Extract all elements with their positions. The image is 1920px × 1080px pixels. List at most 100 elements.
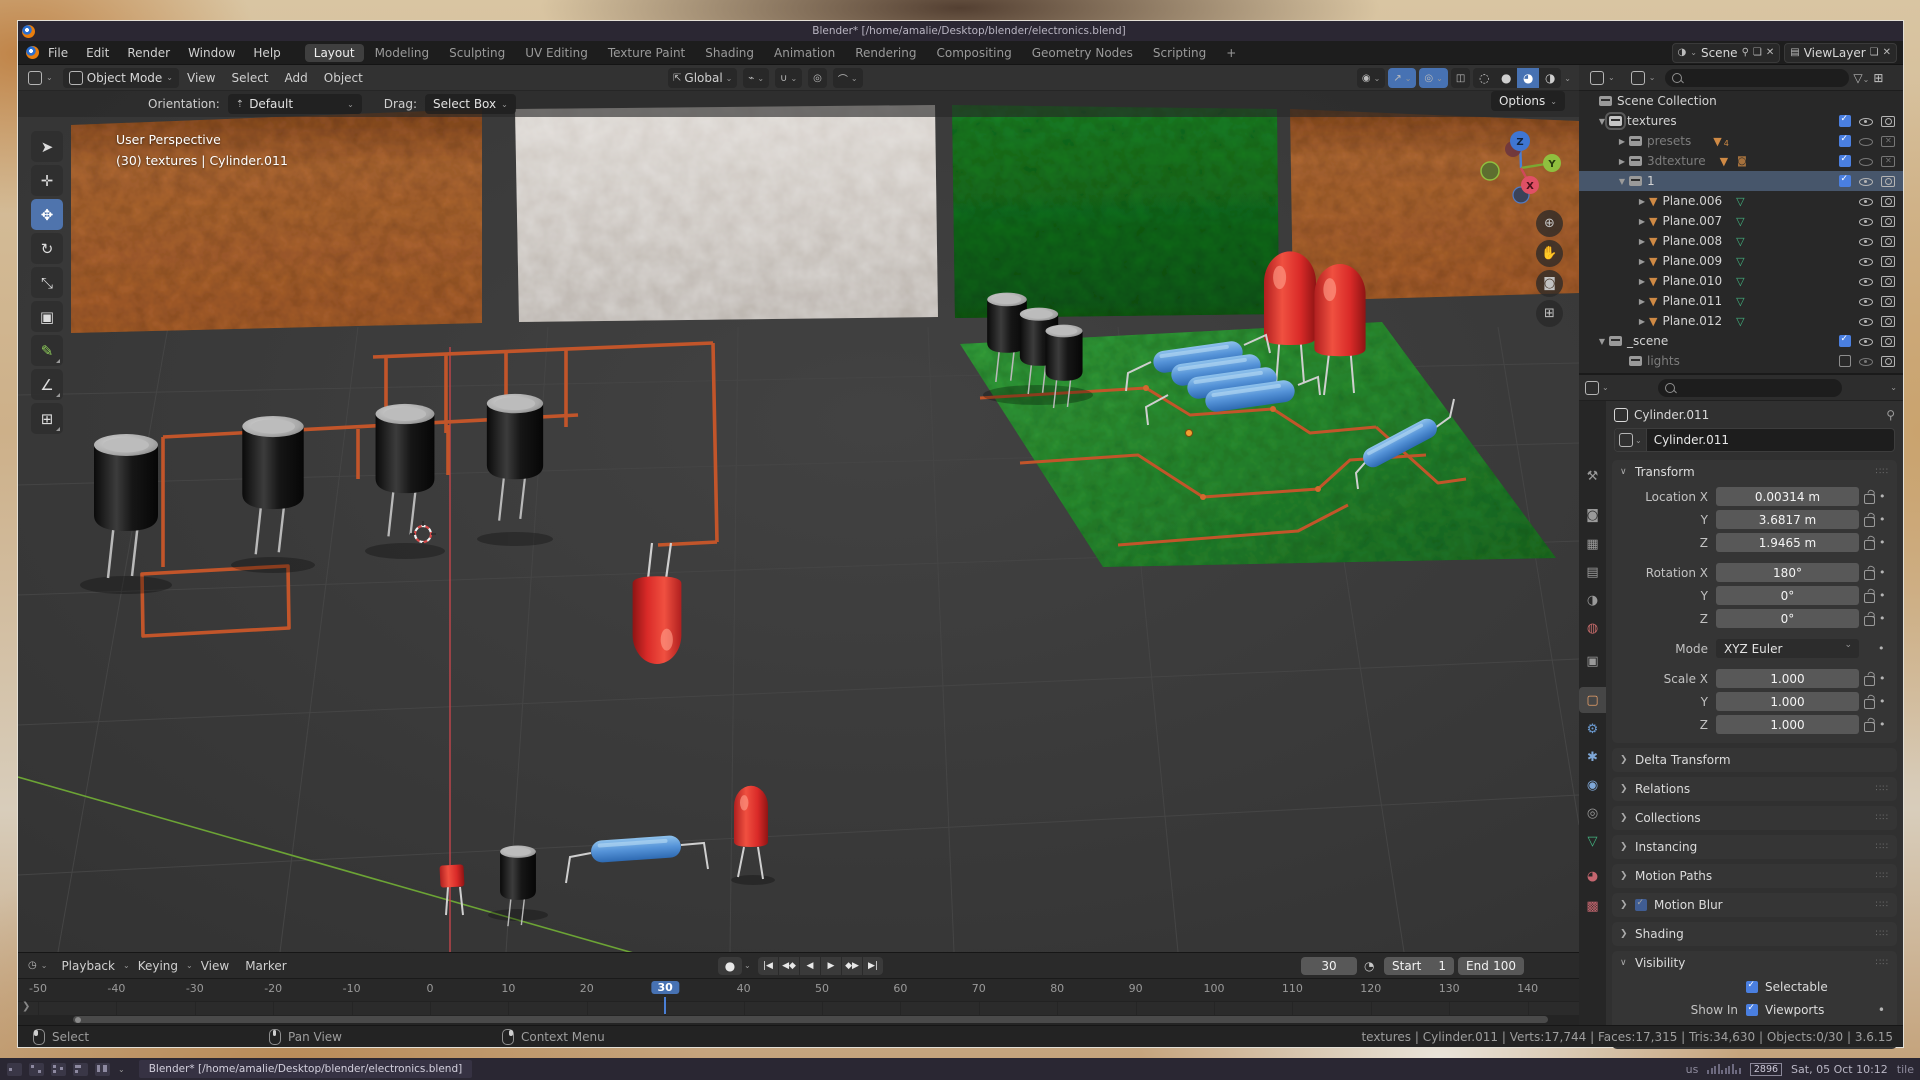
lock-icon[interactable] <box>1864 570 1875 580</box>
lock-icon[interactable] <box>1864 616 1875 626</box>
outliner-row-textures[interactable]: ▼ textures <box>1579 111 1903 131</box>
workspace-icon[interactable] <box>29 1063 44 1076</box>
camera-icon[interactable] <box>1881 196 1895 207</box>
timeline-scrollbar[interactable] <box>73 1016 1548 1023</box>
expand-icon[interactable]: ▶ <box>1635 197 1649 206</box>
snap-button[interactable]: ∪⌄ <box>775 68 802 88</box>
tool-rotate[interactable]: ↻ <box>31 233 63 264</box>
outliner-row-plane006[interactable]: ▶▼ Plane.006▽ <box>1579 191 1903 211</box>
show-hide-button[interactable]: ◉⌄ <box>1357 68 1385 88</box>
auto-keyframe-button[interactable]: ● <box>718 957 742 975</box>
instancing-panel[interactable]: ❯Instancing∷∷ <box>1612 835 1897 859</box>
drag-dropdown[interactable]: Select Box ⌄ <box>425 94 516 114</box>
blender-menu-icon[interactable] <box>26 46 39 59</box>
unlink-icon[interactable]: ⚲ <box>1742 47 1749 58</box>
ruler-tick[interactable]: 110 <box>1282 982 1303 995</box>
menu-file[interactable]: File <box>39 46 77 60</box>
drag-grip-icon[interactable]: ∷∷ <box>1876 842 1889 852</box>
location-z-field[interactable]: 1.9465 m <box>1716 533 1859 552</box>
animate-dot[interactable]: • <box>1879 718 1886 731</box>
workspace-icon[interactable] <box>51 1063 66 1076</box>
preview-range-icon[interactable]: ◔ <box>1364 959 1374 973</box>
tab-texture[interactable]: ▩ <box>1579 893 1606 919</box>
close-icon[interactable]: ✕ <box>1766 47 1774 58</box>
tab-constraints[interactable]: ◎ <box>1579 800 1606 826</box>
eye-closed-icon[interactable] <box>1859 135 1873 148</box>
eye-icon[interactable] <box>1859 215 1873 228</box>
eye-closed-icon[interactable] <box>1859 155 1873 168</box>
menu-window[interactable]: Window <box>179 46 244 60</box>
camera-icon[interactable] <box>1881 276 1895 287</box>
end-frame-field[interactable]: End100 <box>1458 957 1524 975</box>
outliner-row-presets[interactable]: ▶ presets ▼4 <box>1579 131 1903 151</box>
lock-icon[interactable] <box>1864 517 1875 527</box>
tab-object-data[interactable]: ▽ <box>1579 828 1606 854</box>
outliner-row-plane008[interactable]: ▶▼ Plane.008▽ <box>1579 231 1903 251</box>
eye-icon[interactable] <box>1859 235 1873 248</box>
rotation-y-field[interactable]: 0° <box>1716 586 1859 605</box>
ruler-tick[interactable]: 130 <box>1439 982 1460 995</box>
camera-icon[interactable] <box>1881 296 1895 307</box>
pivot-point-button[interactable]: ⌁⌄ <box>743 68 769 88</box>
ruler-tick[interactable]: -10 <box>343 982 361 995</box>
chevron-down-icon[interactable]: ⌄ <box>118 1065 125 1074</box>
tool-transform[interactable]: ▣ <box>31 301 63 332</box>
tab-layout[interactable]: Layout <box>305 44 364 62</box>
lock-icon[interactable] <box>1864 722 1875 732</box>
collection-checkbox[interactable] <box>1839 135 1851 147</box>
animate-dot[interactable]: • <box>1878 1003 1889 1017</box>
expand-icon[interactable]: ▼ <box>1595 337 1609 346</box>
ruler-tick[interactable]: -20 <box>264 982 282 995</box>
shading-panel[interactable]: ❯Shading∷∷ <box>1612 922 1897 946</box>
play-button[interactable]: ▶ <box>821 957 841 975</box>
expand-icon[interactable]: ▶ <box>1615 157 1629 166</box>
start-frame-field[interactable]: Start1 <box>1384 957 1454 975</box>
animate-dot[interactable]: • <box>1879 490 1886 503</box>
pan-view-button[interactable]: ✋ <box>1536 240 1563 267</box>
menu-playback[interactable]: Playback <box>53 959 123 973</box>
animate-dot[interactable]: • <box>1879 513 1886 526</box>
playhead[interactable] <box>664 997 666 1014</box>
eye-icon[interactable] <box>1859 115 1873 128</box>
tab-geometry-nodes[interactable]: Geometry Nodes <box>1023 44 1142 62</box>
outliner-row-plane012[interactable]: ▶▼ Plane.012▽ <box>1579 311 1903 331</box>
outliner-row-lights[interactable]: lights <box>1579 351 1903 371</box>
animate-dot[interactable]: • <box>1879 695 1886 708</box>
expand-icon[interactable]: ▶ <box>1635 317 1649 326</box>
location-y-field[interactable]: 3.6817 m <box>1716 510 1859 529</box>
channel-expander[interactable]: ❯ <box>22 1001 30 1012</box>
current-frame-field[interactable]: 30 <box>1301 957 1357 975</box>
viewlayer-selector[interactable]: ▤ ViewLayer ❏ ✕ <box>1784 43 1897 63</box>
shading-rendered-button[interactable]: ◑ <box>1539 68 1561 88</box>
green-texture-plane[interactable] <box>952 105 1279 318</box>
tool-select-box[interactable]: ➤ <box>31 131 63 162</box>
camera-icon[interactable] <box>1881 256 1895 267</box>
display-mode-button[interactable]: ⌄ <box>1625 68 1662 88</box>
zoom-view-button[interactable]: ⊕ <box>1536 210 1563 237</box>
titlebar[interactable]: Blender* [/home/amalie/Desktop/blender/e… <box>18 21 1903 41</box>
outliner-row-plane007[interactable]: ▶▼ Plane.007▽ <box>1579 211 1903 231</box>
camera-icon[interactable] <box>1881 356 1895 367</box>
shading-solid-button[interactable]: ● <box>1495 68 1517 88</box>
tool-annotate[interactable]: ✎ <box>31 335 63 366</box>
menu-add[interactable]: Add <box>277 71 316 85</box>
breadcrumb-object[interactable]: Cylinder.011 <box>1634 408 1709 422</box>
shading-material-button[interactable]: ◕ <box>1517 68 1539 88</box>
gizmos-toggle[interactable]: ↗⌄ <box>1388 68 1416 88</box>
menu-help[interactable]: Help <box>244 46 289 60</box>
expand-icon[interactable]: ▶ <box>1635 277 1649 286</box>
tab-modifiers[interactable]: ⚙ <box>1579 716 1606 742</box>
new-viewlayer-icon[interactable]: ❏ <box>1870 47 1879 58</box>
camera-icon[interactable] <box>1881 216 1895 227</box>
tab-uv-editing[interactable]: UV Editing <box>516 44 597 62</box>
visibility-panel-header[interactable]: ∨Visibility ∷∷ <box>1612 951 1897 975</box>
shading-wireframe-button[interactable]: ◌ <box>1473 68 1495 88</box>
location-x-field[interactable]: 0.00314 m <box>1716 487 1859 506</box>
expand-icon[interactable]: ▶ <box>1635 297 1649 306</box>
menu-object[interactable]: Object <box>316 71 371 85</box>
tab-shading[interactable]: Shading <box>696 44 763 62</box>
ruler-tick[interactable]: 20 <box>580 982 594 995</box>
motion-blur-panel[interactable]: ❯ Motion Blur∷∷ <box>1612 893 1897 917</box>
lock-icon[interactable] <box>1864 494 1875 504</box>
tab-scripting[interactable]: Scripting <box>1144 44 1215 62</box>
